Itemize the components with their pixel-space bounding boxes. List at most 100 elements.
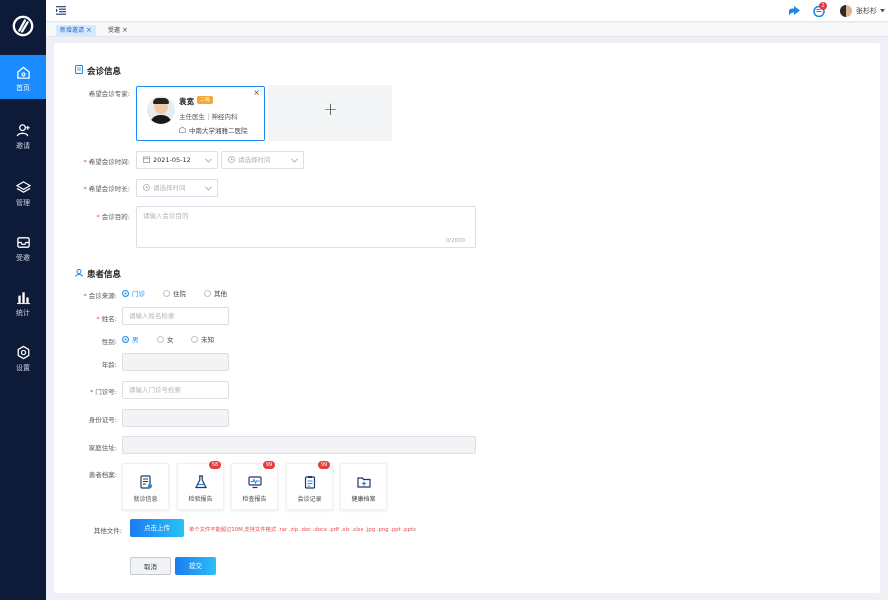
nav-item-invite[interactable]: 邀请 bbox=[0, 113, 46, 157]
nav-label: 管理 bbox=[16, 199, 30, 207]
purpose-placeholder: 请输入会诊目的 bbox=[143, 212, 189, 220]
nav-item-settings[interactable]: 设置 bbox=[0, 335, 46, 379]
source-label: * 会诊来源: bbox=[83, 292, 117, 300]
home-icon bbox=[16, 66, 30, 79]
document-icon bbox=[75, 65, 83, 74]
menu-toggle-icon[interactable] bbox=[56, 6, 66, 15]
upload-hint: 单个文件不能超过10M,支持文件格式 .rar .zip .doc .docx … bbox=[189, 527, 417, 533]
other-files-label: 其他文件: bbox=[93, 527, 122, 535]
avatar[interactable] bbox=[840, 5, 852, 17]
id-input[interactable] bbox=[122, 409, 229, 427]
nav-label: 受邀 bbox=[16, 254, 30, 262]
bar-chart-icon bbox=[16, 292, 30, 305]
radio-source-inpatient[interactable]: 住院 bbox=[163, 289, 186, 299]
tab-label: 受邀 bbox=[108, 27, 121, 34]
submit-button[interactable]: 提交 bbox=[175, 557, 216, 575]
app-logo-icon bbox=[12, 15, 34, 37]
inbox-icon bbox=[16, 237, 30, 248]
sidebar: 首页 邀请 管理 受邀 统计 设置 bbox=[0, 0, 46, 600]
layers-icon bbox=[15, 181, 31, 193]
age-label: 年龄: bbox=[101, 361, 117, 369]
section-title-patient: 患者信息 bbox=[87, 270, 122, 280]
calendar-icon bbox=[143, 156, 150, 163]
address-input[interactable] bbox=[122, 436, 476, 454]
user-icon bbox=[75, 269, 83, 277]
records-label: 患者档案: bbox=[88, 471, 117, 479]
close-icon[interactable]: × bbox=[86, 26, 92, 34]
upload-button[interactable]: 点击上传 bbox=[130, 519, 184, 537]
clinic-no-placeholder: 请输入门诊号检索 bbox=[129, 386, 181, 394]
notification-badge: 2 bbox=[819, 2, 827, 10]
clipboard-icon bbox=[304, 476, 315, 489]
count-badge: 99 bbox=[318, 461, 330, 469]
hospital-icon bbox=[179, 126, 186, 133]
date-value: 2021-05-12 bbox=[153, 156, 191, 164]
tab-new-invite[interactable]: 新增邀请 × bbox=[56, 25, 96, 36]
char-counter: 0/2000 bbox=[445, 238, 465, 244]
chevron-down-icon bbox=[291, 158, 298, 163]
clock-icon bbox=[143, 184, 150, 191]
chevron-down-icon bbox=[205, 158, 212, 163]
record-visit-info[interactable]: 就诊信息 bbox=[122, 463, 169, 510]
plus-icon: + bbox=[323, 99, 339, 120]
tab-label: 新增邀请 bbox=[60, 27, 85, 34]
purpose-label: * 会诊目的: bbox=[96, 213, 130, 221]
clinic-no-label: * 门诊号: bbox=[90, 388, 117, 396]
nav-label: 设置 bbox=[16, 364, 30, 372]
time-placeholder: 请选择时间 bbox=[238, 156, 271, 164]
radio-source-outpatient[interactable]: 门诊 bbox=[122, 289, 145, 299]
add-expert-button[interactable]: + bbox=[268, 85, 392, 141]
time-picker[interactable]: 请选择时间 bbox=[221, 151, 304, 169]
gear-icon bbox=[17, 345, 29, 360]
address-label: 家庭住址: bbox=[88, 444, 117, 452]
nav-item-stats[interactable]: 统计 bbox=[0, 280, 46, 324]
chevron-down-icon[interactable] bbox=[880, 9, 885, 13]
name-label: * 姓名: bbox=[96, 315, 117, 323]
add-user-icon bbox=[16, 124, 30, 137]
nav-item-manage[interactable]: 管理 bbox=[0, 170, 46, 214]
tab-invited[interactable]: 受邀 × bbox=[104, 25, 132, 36]
expert-label: 希望会诊专家: bbox=[88, 90, 130, 98]
radio-source-other[interactable]: 其他 bbox=[204, 289, 227, 299]
age-input[interactable] bbox=[122, 353, 229, 371]
section-title-consult: 会诊信息 bbox=[87, 67, 122, 77]
document-icon bbox=[139, 475, 152, 489]
radio-gender-unknown[interactable]: 未知 bbox=[191, 335, 214, 345]
duration-label: * 希望会诊时长: bbox=[83, 185, 130, 193]
purpose-textarea[interactable]: 请输入会诊目的 0/2000 bbox=[136, 206, 476, 248]
nav-label: 统计 bbox=[16, 309, 30, 317]
close-icon[interactable]: × bbox=[122, 26, 128, 34]
record-health-file[interactable]: 健康档案 bbox=[340, 463, 387, 510]
tab-bar: 新增邀请 × 受邀 × bbox=[46, 23, 888, 37]
record-exam-report[interactable]: 99 检查报告 bbox=[231, 461, 278, 510]
flask-icon bbox=[194, 475, 207, 489]
clinic-no-input[interactable]: 请输入门诊号检索 bbox=[122, 381, 229, 399]
cancel-button[interactable]: 取消 bbox=[130, 557, 171, 575]
clock-icon bbox=[228, 156, 235, 163]
close-icon[interactable]: × bbox=[253, 88, 260, 97]
date-picker[interactable]: 2021-05-12 bbox=[136, 151, 218, 169]
radio-gender-male[interactable]: 男 bbox=[122, 335, 139, 345]
user-name[interactable]: 张杉杉 bbox=[856, 6, 877, 16]
top-bar: 2 张杉杉 bbox=[46, 0, 888, 22]
time-label: * 希望会诊时间: bbox=[83, 158, 130, 166]
radio-gender-female[interactable]: 女 bbox=[157, 335, 174, 345]
level-badge: 二级 bbox=[197, 96, 214, 104]
duration-picker[interactable]: 请选择时间 bbox=[136, 179, 218, 197]
chevron-down-icon bbox=[205, 186, 212, 191]
folder-add-icon bbox=[356, 477, 371, 488]
name-input[interactable]: 请输入姓名检索 bbox=[122, 307, 229, 325]
expert-card[interactable]: 袁宽 二级 主任医生｜神经内科 中南大学湘雅二医院 × bbox=[136, 86, 265, 141]
nav-item-home[interactable]: 首页 bbox=[0, 55, 46, 99]
record-consult-history[interactable]: 99 会诊记录 bbox=[286, 461, 333, 510]
record-lab-report[interactable]: 58 检验报告 bbox=[177, 461, 224, 510]
name-placeholder: 请输入姓名检索 bbox=[129, 312, 175, 320]
expert-avatar bbox=[147, 96, 175, 124]
expert-name: 袁宽 bbox=[179, 97, 194, 106]
expert-title: 主任医生｜神经内科 bbox=[179, 113, 238, 121]
count-badge: 58 bbox=[209, 461, 221, 469]
nav-item-invited[interactable]: 受邀 bbox=[0, 225, 46, 269]
share-icon[interactable] bbox=[788, 5, 801, 17]
nav-label: 首页 bbox=[16, 84, 30, 92]
count-badge: 99 bbox=[263, 461, 275, 469]
